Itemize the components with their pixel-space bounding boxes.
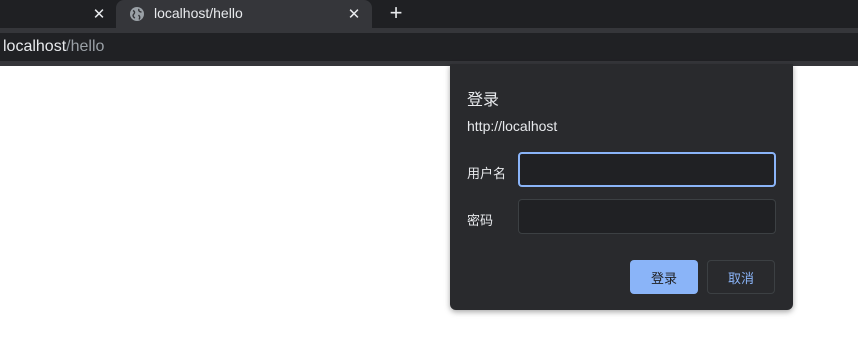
password-label: 密码: [467, 213, 494, 228]
tab-previous[interactable]: ✕: [0, 0, 116, 28]
auth-dialog: 登录 http://localhost 用户名 密码 登录 取消: [450, 64, 793, 310]
close-icon[interactable]: ✕: [89, 4, 109, 24]
close-icon[interactable]: ✕: [344, 4, 364, 24]
dialog-origin: http://localhost: [467, 118, 558, 134]
toolbar: localhost/hello: [0, 28, 858, 66]
dialog-title: 登录: [467, 92, 500, 109]
tab-active[interactable]: localhost/hello ✕: [116, 0, 372, 28]
password-field[interactable]: [518, 199, 776, 234]
globe-icon: [130, 7, 144, 21]
new-tab-icon[interactable]: +: [385, 0, 407, 25]
url-path: /hello: [66, 38, 105, 55]
login-button[interactable]: 登录: [630, 260, 698, 294]
address-bar[interactable]: localhost/hello: [0, 33, 858, 61]
cancel-button[interactable]: 取消: [707, 260, 775, 294]
tab-title: localhost/hello: [154, 5, 243, 21]
tab-strip: ✕ localhost/hello ✕ +: [0, 0, 858, 28]
username-field[interactable]: [518, 152, 776, 187]
username-label: 用户名: [467, 166, 507, 181]
url-host: localhost: [3, 38, 67, 55]
